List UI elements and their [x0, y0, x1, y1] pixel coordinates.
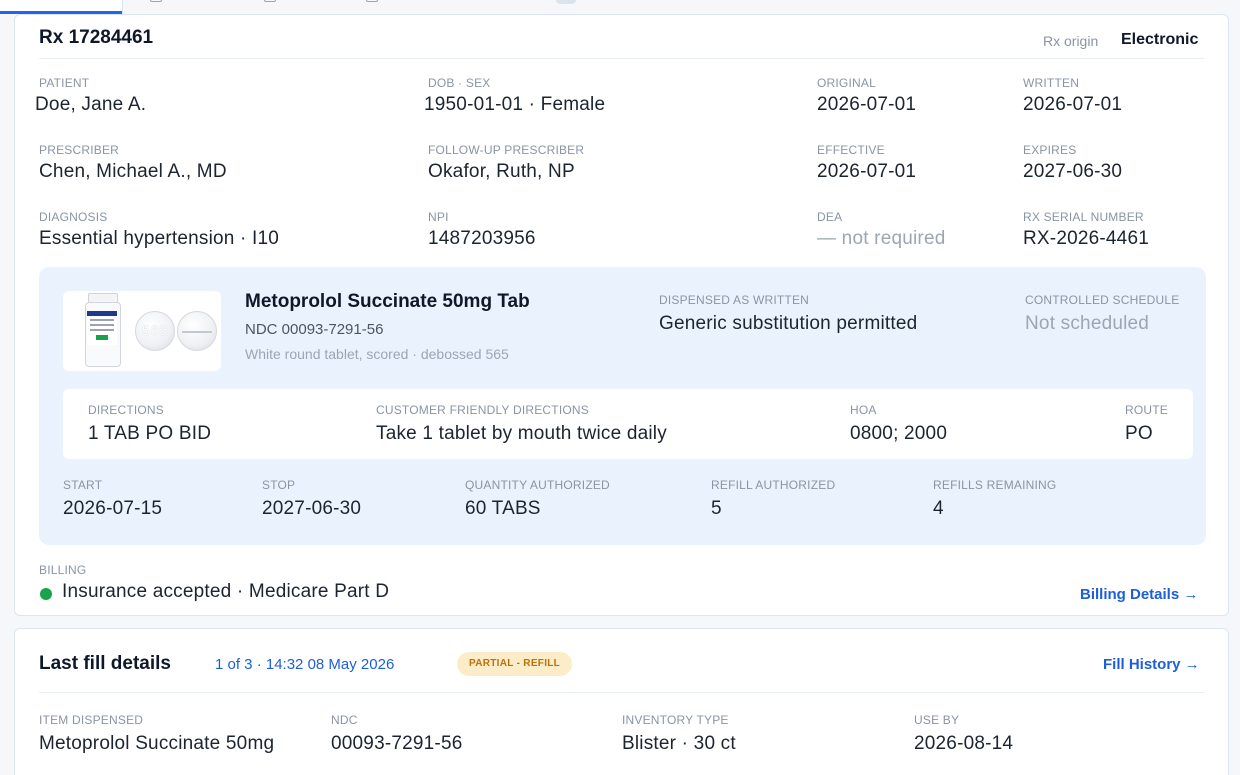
start-value: 2026-07-15 — [63, 498, 163, 519]
document-icon — [366, 0, 378, 2]
drug-ndc: NDC 00093-7291-56 — [245, 321, 384, 338]
document-icon — [264, 0, 276, 2]
route-value: PO — [1125, 423, 1153, 444]
medication-panel: 565 Metoprolol Succinate 50mg Tab NDC 00… — [39, 267, 1206, 545]
friendly-directions-value: Take 1 tablet by mouth twice daily — [376, 423, 667, 444]
prescriber-value: Chen, Michael A., MD — [39, 161, 227, 182]
schedule-value: Not scheduled — [1025, 313, 1150, 334]
expires-value: 2027-06-30 — [1023, 161, 1123, 182]
drug-description: White round tablet, scored · debossed 56… — [245, 346, 509, 362]
last-fill-card: Last fill details 1 of 3 · 14:32 08 May … — [14, 628, 1229, 775]
daw-value: Generic substitution permitted — [659, 313, 918, 334]
daw-label: DISPENSED AS WRITTEN — [659, 293, 810, 307]
directions-value: 1 TAB PO BID — [88, 423, 212, 444]
prescriber-label: PRESCRIBER — [39, 143, 120, 157]
tablet-back-image — [177, 311, 217, 351]
fill-ndc-label: NDC — [331, 713, 358, 727]
medication-image: 565 — [63, 291, 221, 371]
billing-label: BILLING — [39, 563, 87, 577]
fill-meta[interactable]: 1 of 3 · 14:32 08 May 2026 — [215, 656, 394, 673]
fill-ndc-value: 00093-7291-56 — [331, 733, 463, 754]
directions-label: DIRECTIONS — [88, 403, 165, 417]
effective-value: 2026-07-01 — [817, 161, 917, 182]
hoa-value: 0800; 2000 — [850, 423, 948, 444]
refill-authorized-value: 5 — [711, 498, 722, 519]
rx-origin-value: Electronic — [1121, 31, 1199, 48]
written-value: 2026-07-01 — [1023, 94, 1123, 115]
rx-serial-label: RX SERIAL NUMBER — [1023, 210, 1144, 224]
hoa-label: HOA — [850, 403, 877, 417]
fill-divider — [39, 692, 1204, 693]
original-label: ORIGINAL — [817, 76, 876, 90]
use-by-value: 2026-08-14 — [914, 733, 1014, 754]
dob-sex-value: 1950-01-01 · Female — [424, 94, 606, 115]
expires-label: EXPIRES — [1023, 143, 1077, 157]
refills-remaining-label: REFILLS REMAINING — [933, 478, 1057, 492]
followup-prescriber-value: Okafor, Ruth, NP — [428, 161, 575, 182]
refills-remaining-value: 4 — [933, 498, 944, 519]
pill-bottle-image — [85, 293, 121, 369]
npi-label: NPI — [428, 210, 449, 224]
rx-serial-value: RX-2026-4461 — [1023, 228, 1149, 249]
last-fill-title: Last fill details — [39, 653, 171, 674]
dea-label: DEA — [817, 210, 843, 224]
tab-count-badge — [556, 0, 576, 4]
inventory-type-value: Blister · 30 ct — [622, 733, 736, 754]
tab-strip — [0, 0, 1240, 14]
drug-name: Metoprolol Succinate 50mg Tab — [245, 291, 530, 312]
directions-box: DIRECTIONS 1 TAB PO BID CUSTOMER FRIENDL… — [63, 389, 1193, 459]
diagnosis-value: Essential hypertension · I10 — [39, 228, 280, 249]
header-divider — [39, 58, 1204, 59]
start-label: START — [63, 478, 103, 492]
dob-sex-label: DOB · SEX — [428, 76, 491, 90]
patient-value: Doe, Jane A. — [35, 94, 147, 115]
friendly-directions-label: CUSTOMER FRIENDLY DIRECTIONS — [376, 403, 589, 417]
tab-active[interactable] — [0, 0, 123, 14]
written-label: WRITTEN — [1023, 76, 1080, 90]
fill-type-badge: PARTIAL - REFILL — [457, 652, 573, 676]
stop-label: STOP — [262, 478, 296, 492]
inventory-type-label: INVENTORY TYPE — [622, 713, 729, 727]
npi-value: 1487203956 — [428, 228, 536, 249]
billing-status: Insurance accepted · Medicare Part D — [62, 581, 390, 602]
stop-value: 2027-06-30 — [262, 498, 362, 519]
billing-status-dot-icon — [40, 588, 52, 600]
quantity-value: 60 TABS — [465, 498, 541, 519]
schedule-label: CONTROLLED SCHEDULE — [1025, 293, 1180, 307]
use-by-label: USE BY — [914, 713, 960, 727]
rx-origin-label: Rx origin — [1043, 33, 1099, 49]
diagnosis-label: DIAGNOSIS — [39, 210, 108, 224]
route-label: ROUTE — [1125, 403, 1168, 417]
item-dispensed-label: ITEM DISPENSED — [39, 713, 144, 727]
fill-history-link[interactable]: Fill History → — [1103, 656, 1200, 673]
tablet-front-image: 565 — [135, 311, 175, 351]
rx-number-title: Rx 17284461 — [39, 27, 154, 48]
quantity-label: QUANTITY AUTHORIZED — [465, 478, 610, 492]
patient-label: PATIENT — [39, 76, 90, 90]
original-value: 2026-07-01 — [817, 94, 917, 115]
prescription-card: Rx 17284461 Rx origin Electronic PATIENT… — [14, 14, 1229, 616]
effective-label: EFFECTIVE — [817, 143, 885, 157]
followup-prescriber-label: FOLLOW-UP PRESCRIBER — [428, 143, 585, 157]
document-icon — [150, 0, 162, 2]
billing-details-link[interactable]: Billing Details → — [1080, 586, 1198, 603]
item-dispensed-value: Metoprolol Succinate 50mg — [39, 733, 275, 754]
refill-authorized-label: REFILL AUTHORIZED — [711, 478, 836, 492]
dea-value: — not required — [817, 228, 946, 249]
